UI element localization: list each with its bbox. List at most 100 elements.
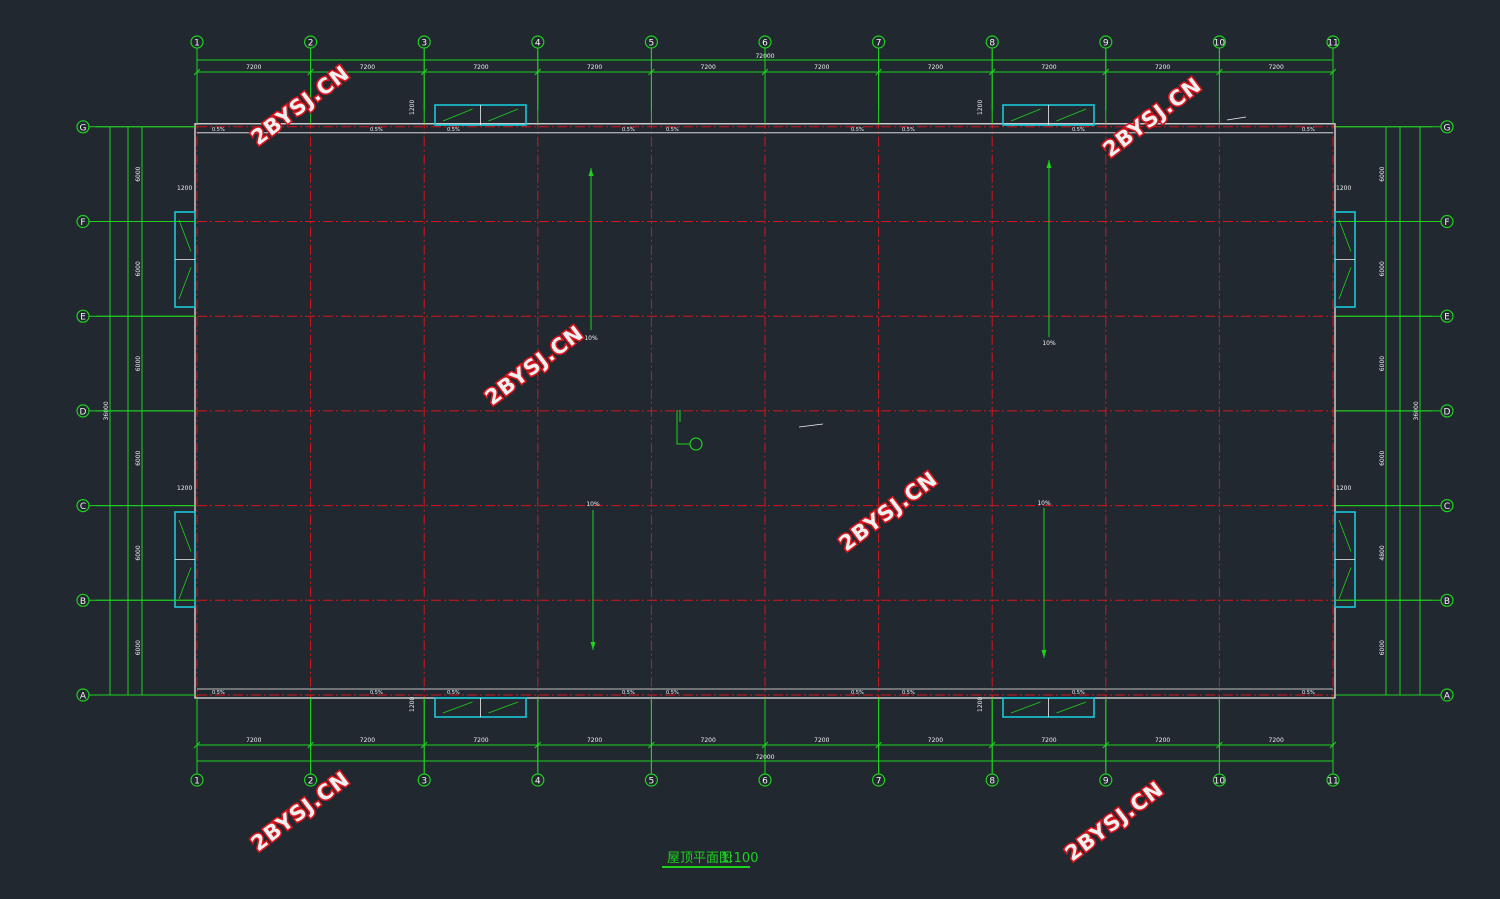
bay-dim-bottom-8: 7200 bbox=[1041, 737, 1056, 744]
row-dim-right-5: 6000 bbox=[1379, 261, 1386, 276]
gutter-slope-top-5: 0.5% bbox=[851, 127, 864, 133]
axis-top-9-label: 9 bbox=[1103, 39, 1109, 49]
note-leader-top-right bbox=[1226, 116, 1247, 121]
bay-dim-bottom-3: 7200 bbox=[473, 737, 488, 744]
gutter-slope-top-6: 0.5% bbox=[902, 127, 915, 133]
skylight-left-lower-sash-b bbox=[178, 567, 192, 600]
gutter-slope-top-8: 0.5% bbox=[1302, 127, 1315, 133]
gutter-slope-top-2: 0.5% bbox=[447, 127, 460, 133]
axis-top-3-label: 3 bbox=[421, 39, 427, 49]
watermark-6: 2BYSJ.CN bbox=[1061, 777, 1169, 866]
axis-top-4-label: 4 bbox=[535, 39, 541, 49]
bay-dim-top-6: 7200 bbox=[814, 64, 829, 71]
bay-dim-top-3: 7200 bbox=[473, 64, 488, 71]
skylight-right-lower-sash-t bbox=[1338, 519, 1352, 552]
gutter-slope-top-1: 0.5% bbox=[370, 127, 383, 133]
opening-dim-top-0: 1200 bbox=[409, 100, 416, 115]
axis-bottom-4-label: 4 bbox=[535, 777, 541, 787]
bay-dim-bottom-6: 7200 bbox=[814, 737, 829, 744]
axis-bottom-6-label: 6 bbox=[762, 777, 768, 787]
slope-arrows: 10%10%10% 10% bbox=[584, 116, 1247, 658]
slope-arrow-upper-right-label: 10% bbox=[1042, 340, 1056, 347]
gutter-slope-bottom-1: 0.5% bbox=[370, 690, 383, 696]
opening-dim-top-1: 1200 bbox=[977, 100, 984, 115]
skylight-bottom-left-sash-l bbox=[442, 701, 473, 714]
opening-dim-side-2: 1200 bbox=[1336, 185, 1351, 192]
axis-top-2-label: 2 bbox=[308, 39, 314, 49]
axis-bottom-8-label: 8 bbox=[989, 777, 995, 787]
axis-left-C-label: C bbox=[80, 502, 86, 512]
row-dim-left-1: 6000 bbox=[135, 640, 142, 655]
skylight-bottom-right-sash-l bbox=[1010, 701, 1041, 714]
gutter-slope-bottom-5: 0.5% bbox=[851, 690, 864, 696]
row-dim-right-3: 6000 bbox=[1379, 450, 1386, 465]
axis-right-G-label: G bbox=[1444, 123, 1451, 133]
row-dim-right-6: 6000 bbox=[1379, 166, 1386, 181]
axis-bottom-5-label: 5 bbox=[649, 777, 655, 787]
slope-arrow-upper-left-head bbox=[588, 168, 594, 176]
opening-dim-side-3: 1200 bbox=[1336, 485, 1351, 492]
row-dim-right-4: 6000 bbox=[1379, 356, 1386, 371]
axis-top-11-label: 11 bbox=[1327, 39, 1338, 49]
bay-dim-top-10: 7200 bbox=[1269, 64, 1284, 71]
axis-bottom-2-label: 2 bbox=[308, 777, 314, 787]
skylight-bottom-left-sash-r bbox=[488, 701, 519, 714]
callout-leader bbox=[676, 422, 690, 445]
watermark-1: 2BYSJ.CN bbox=[247, 61, 355, 150]
bay-dim-top-7: 7200 bbox=[928, 64, 943, 71]
skylight-left-upper-sash-t bbox=[178, 219, 192, 252]
bay-dim-top-8: 7200 bbox=[1041, 64, 1056, 71]
bay-dim-bottom-5: 7200 bbox=[701, 737, 716, 744]
bay-dim-bottom-9: 7200 bbox=[1155, 737, 1170, 744]
bay-dim-top-9: 7200 bbox=[1155, 64, 1170, 71]
skylight-left-upper-sash-b bbox=[178, 267, 192, 300]
skylight-right-upper-sash-b bbox=[1338, 267, 1352, 300]
watermark-2: 2BYSJ.CN bbox=[1099, 73, 1207, 162]
axis-bottom-10-label: 10 bbox=[1214, 777, 1226, 787]
row-dim-left-4: 6000 bbox=[135, 356, 142, 371]
axis-bottom-11-label: 11 bbox=[1327, 777, 1338, 787]
axis-left-A-label: A bbox=[80, 692, 87, 702]
axis-left-G-label: G bbox=[80, 123, 87, 133]
watermark-5: 2BYSJ.CN bbox=[247, 767, 355, 856]
slope-arrow-upper-right-head bbox=[1046, 160, 1052, 168]
axis-right-C-label: C bbox=[1444, 502, 1450, 512]
axis-bottom-1-label: 1 bbox=[194, 777, 200, 787]
axis-top-10-label: 10 bbox=[1214, 39, 1226, 49]
callout-bubble bbox=[689, 437, 703, 451]
axis-left-D-label: D bbox=[80, 407, 87, 417]
skylight-top-left-sash-r bbox=[488, 108, 519, 122]
axis-left-F-label: F bbox=[80, 218, 85, 228]
slope-arrow-lower-right-label: 10% bbox=[1037, 500, 1051, 507]
axis-right-B-label: B bbox=[1444, 597, 1450, 607]
axis-left-E-label: E bbox=[80, 313, 86, 323]
axis-left-B-label: B bbox=[80, 597, 86, 607]
opening-dim-bottom-1: 1200 bbox=[977, 697, 984, 712]
axis-bottom-3-label: 3 bbox=[421, 777, 427, 787]
slope-arrow-lower-left-label: 10% bbox=[586, 501, 600, 508]
bay-dim-bottom-4: 7200 bbox=[587, 737, 602, 744]
row-dim-left-5: 6000 bbox=[135, 261, 142, 276]
gutter-slope-bottom-7: 0.5% bbox=[1072, 690, 1085, 696]
axis-top-1-label: 1 bbox=[194, 39, 200, 49]
bay-dim-top-5: 7200 bbox=[701, 64, 716, 71]
axis-top-7-label: 7 bbox=[876, 39, 882, 49]
bay-dim-top-2: 7200 bbox=[360, 64, 375, 71]
gutter-slope-top-3: 0.5% bbox=[622, 127, 635, 133]
red-grid-lines bbox=[179, 118, 1351, 703]
skylight-left-lower-sash-t bbox=[178, 519, 192, 552]
row-dim-left-2: 6000 bbox=[135, 545, 142, 560]
roof-plan-drawing: 0.5% 0.5% 0.5% 0.5% 0.5% 0.5% 0.5% 0.5% 0.5% 0.5%… bbox=[76, 35, 1454, 868]
opening-dim-side-0: 1200 bbox=[177, 185, 192, 192]
gutter-slope-bottom-0: 0.5% bbox=[212, 690, 225, 696]
axis-bottom-9-label: 9 bbox=[1103, 777, 1109, 787]
axis-top-8-label: 8 bbox=[989, 39, 995, 49]
axis-bottom-7-label: 7 bbox=[876, 777, 882, 787]
gutter-slope-bottom-4: 0.5% bbox=[666, 690, 679, 696]
skylight-top-left-sash-l bbox=[442, 108, 473, 122]
axis-top-5-label: 5 bbox=[649, 39, 655, 49]
gutter-slope-bottom-8: 0.5% bbox=[1302, 690, 1315, 696]
drawing-title-block: 屋顶平面图 1:100 bbox=[662, 851, 758, 868]
axis-right-D-label: D bbox=[1444, 407, 1451, 417]
skylight-bottom-right-sash-r bbox=[1056, 701, 1087, 714]
